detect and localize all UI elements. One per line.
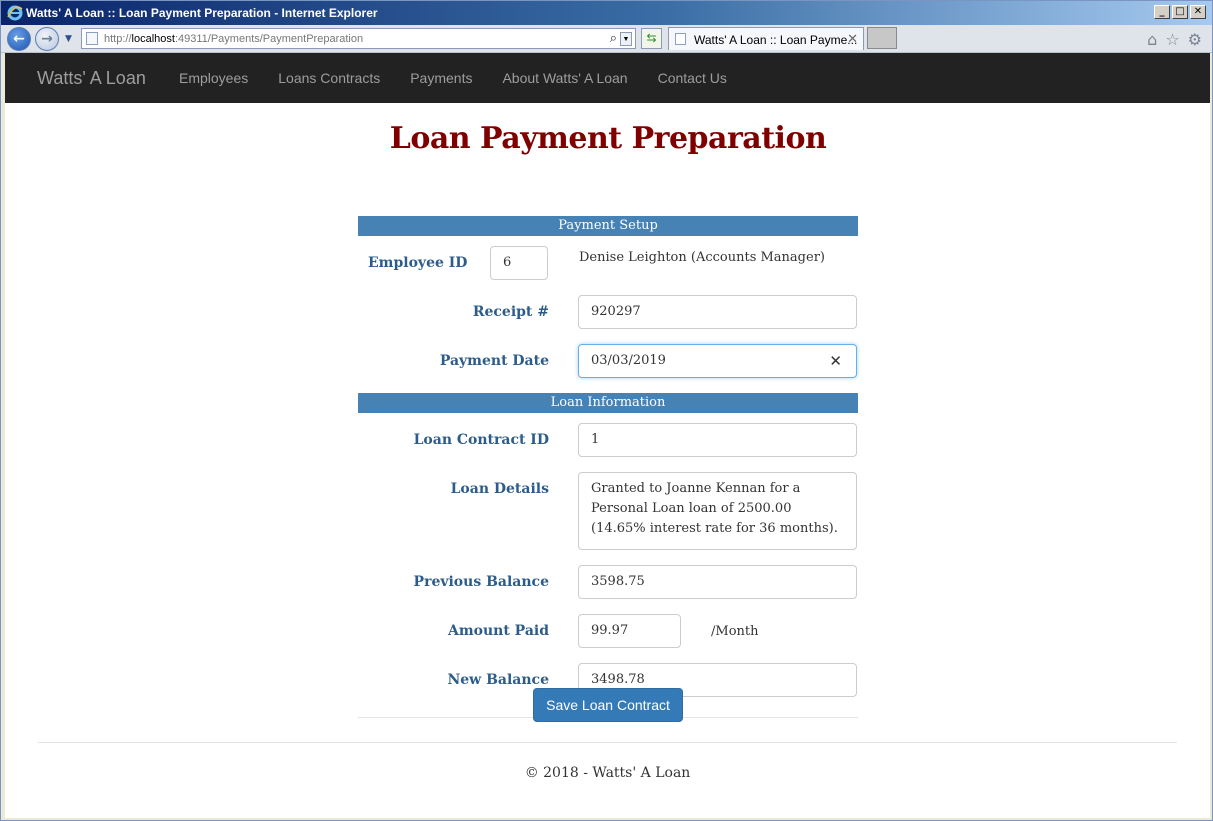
nav-links: Employees Loans Contracts Payments About… bbox=[179, 70, 757, 86]
amount-paid-suffix: /Month bbox=[711, 624, 759, 639]
footer-copyright: © 2018 - Watts' A Loan bbox=[524, 765, 691, 781]
tab-page-icon bbox=[675, 33, 686, 45]
amount-paid-input[interactable]: 99.97 bbox=[578, 614, 681, 648]
nav-payments[interactable]: Payments bbox=[410, 70, 472, 86]
payment-date-label: Payment Date bbox=[439, 353, 549, 369]
receipt-input[interactable]: 920297 bbox=[578, 295, 857, 329]
window-titlebar[interactable]: Watts' A Loan :: Loan Payment Preparatio… bbox=[1, 1, 1212, 25]
window-controls: _ □ ✕ bbox=[1154, 5, 1206, 19]
loan-details-textarea[interactable]: Granted to Joanne Kennan for a Personal … bbox=[578, 472, 857, 550]
previous-balance-label: Previous Balance bbox=[413, 574, 549, 590]
internet-explorer-icon bbox=[7, 5, 23, 21]
site-navbar: Watts' A Loan Employees Loans Contracts … bbox=[5, 53, 1210, 103]
page-title: Loan Payment Preparation bbox=[389, 121, 827, 156]
payment-date-value: 03/03/2019 bbox=[591, 353, 666, 368]
amount-paid-label: Amount Paid bbox=[447, 623, 549, 639]
previous-balance-input[interactable]: 3598.75 bbox=[578, 565, 857, 599]
nav-about[interactable]: About Watts' A Loan bbox=[502, 70, 627, 86]
minimize-button[interactable]: _ bbox=[1154, 5, 1170, 19]
page-icon bbox=[86, 32, 98, 45]
loan-contract-id-label: Loan Contract ID bbox=[413, 432, 549, 448]
new-tab-button[interactable] bbox=[867, 27, 897, 49]
nav-employees[interactable]: Employees bbox=[179, 70, 248, 86]
address-url[interactable]: http://localhost:49311/Payments/PaymentP… bbox=[104, 33, 363, 45]
window-title: Watts' A Loan :: Loan Payment Preparatio… bbox=[26, 6, 378, 20]
forward-arrow-icon: → bbox=[41, 31, 53, 47]
maximize-button[interactable]: □ bbox=[1172, 5, 1188, 19]
employee-id-label: Employee ID bbox=[368, 255, 468, 271]
new-balance-label: New Balance bbox=[447, 672, 549, 688]
employee-id-input[interactable]: 6 bbox=[490, 246, 548, 280]
browser-icons: ⌂ ☆ ⚙ bbox=[1147, 30, 1202, 49]
clear-date-icon[interactable]: ✕ bbox=[829, 345, 842, 377]
tab-loan-payment-preparation[interactable]: Watts' A Loan :: Loan Payme... ✕ bbox=[668, 27, 864, 50]
tab-close-icon[interactable]: ✕ bbox=[847, 31, 858, 47]
compatibility-refresh-icon[interactable]: ⇆ bbox=[641, 28, 662, 49]
home-icon[interactable]: ⌂ bbox=[1147, 30, 1157, 49]
nav-contact[interactable]: Contact Us bbox=[658, 70, 727, 86]
brand-link[interactable]: Watts' A Loan bbox=[37, 68, 146, 89]
browser-toolbar: ← → ▼ http://localhost:49311/Payments/Pa… bbox=[1, 25, 1212, 53]
search-icon[interactable]: ⌕ bbox=[610, 30, 617, 46]
address-dropdown-icon[interactable]: ▼ bbox=[620, 32, 632, 46]
tab-title: Watts' A Loan :: Loan Payme... bbox=[694, 33, 858, 47]
tools-gear-icon[interactable]: ⚙ bbox=[1188, 30, 1202, 49]
favorites-star-icon[interactable]: ☆ bbox=[1165, 30, 1179, 49]
nav-loans-contracts[interactable]: Loans Contracts bbox=[278, 70, 380, 86]
payment-setup-header: Payment Setup bbox=[358, 216, 858, 236]
payment-date-input[interactable]: 03/03/2019 ✕ bbox=[578, 344, 857, 378]
receipt-label: Receipt # bbox=[472, 304, 549, 320]
loan-information-header: Loan Information bbox=[358, 393, 858, 413]
back-arrow-icon: ← bbox=[13, 31, 25, 47]
browser-window: Watts' A Loan :: Loan Payment Preparatio… bbox=[0, 0, 1213, 821]
footer-divider bbox=[38, 742, 1177, 743]
page-viewport: Watts' A Loan Employees Loans Contracts … bbox=[5, 53, 1210, 818]
address-bar[interactable]: http://localhost:49311/Payments/PaymentP… bbox=[81, 28, 636, 49]
recent-pages-dropdown-icon[interactable]: ▼ bbox=[65, 34, 72, 44]
loan-details-label: Loan Details bbox=[450, 481, 549, 497]
close-button[interactable]: ✕ bbox=[1190, 5, 1206, 19]
save-loan-contract-button[interactable]: Save Loan Contract bbox=[533, 688, 683, 722]
employee-name: Denise Leighton (Accounts Manager) bbox=[579, 250, 825, 265]
back-button[interactable]: ← bbox=[7, 27, 31, 51]
forward-button[interactable]: → bbox=[35, 27, 59, 51]
loan-contract-id-input[interactable]: 1 bbox=[578, 423, 857, 457]
